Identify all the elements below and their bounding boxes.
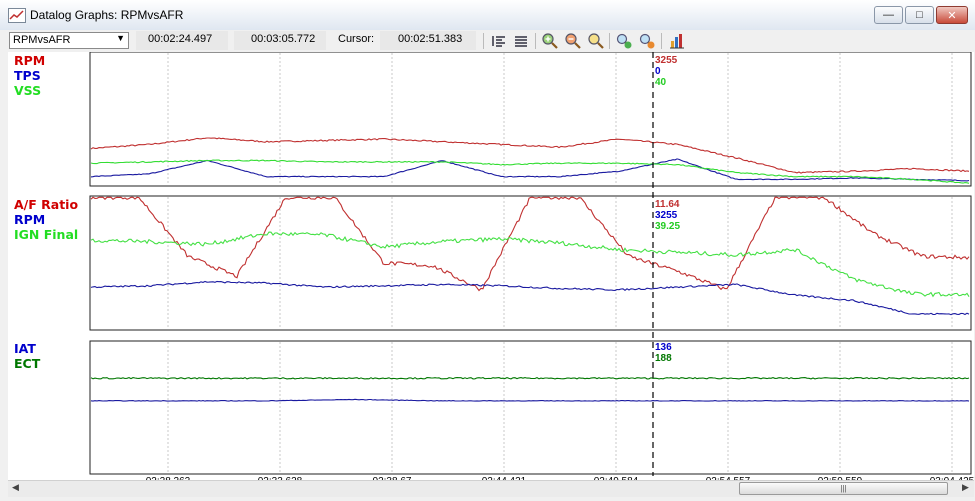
zoom-fit-icon[interactable] — [586, 31, 605, 50]
cursor-value-label: 39.25 — [655, 221, 680, 232]
close-button[interactable]: ✕ — [936, 6, 968, 24]
plot-panel-2 — [89, 195, 972, 331]
legend-vss: VSS — [14, 83, 42, 98]
cursor-value-label: 40 — [655, 77, 667, 88]
plot-panel-1 — [89, 52, 972, 187]
toolbar: RPMvsAFR ▼ 00:02:24.497 00:03:05.772 Cur… — [0, 30, 975, 52]
cursor-value-label: 188 — [655, 353, 672, 364]
chart-app-icon — [8, 8, 26, 23]
minimize-button[interactable]: — — [874, 6, 903, 24]
legend-tps: TPS — [14, 68, 41, 83]
cursor-time-text: 00:02:51.383 — [398, 33, 463, 45]
maximize-icon: □ — [916, 9, 923, 21]
plot-panel-3 — [89, 340, 972, 475]
close-icon: ✕ — [947, 9, 957, 22]
window-titlebar[interactable]: Datalog Graphs: RPMvsAFR — □ ✕ — [0, 0, 975, 31]
cursor-value-label: 3255 — [655, 55, 678, 66]
legend-ect: ECT — [14, 356, 41, 371]
chart-settings-icon[interactable] — [667, 31, 686, 50]
cursor-value-label: 136 — [655, 342, 672, 353]
cursor-value-label: 11.64 — [655, 199, 680, 210]
panel2-legend: A/F Ratio RPM IGN Final — [14, 197, 78, 242]
legend-rpm: RPM — [14, 212, 46, 227]
graph-canvas[interactable]: 325504011.64325539.2513618802:28.26202:3… — [8, 52, 974, 480]
panel1-legend: RPM TPS VSS — [14, 53, 45, 98]
align-justify-icon[interactable] — [511, 31, 530, 50]
add-graph-icon[interactable] — [614, 31, 633, 50]
log-select-value: RPMvsAFR — [13, 34, 71, 46]
chevron-down-icon: ▼ — [116, 33, 125, 43]
minimize-icon: — — [883, 9, 894, 21]
toolbar-separator — [535, 33, 536, 49]
cursor-value-label: 3255 — [655, 210, 678, 221]
end-time-text: 00:03:05.772 — [251, 33, 316, 45]
horizontal-scrollbar[interactable]: ◀ ||| ▶ — [8, 480, 974, 497]
panel3-legend: IAT ECT — [14, 341, 40, 371]
remove-graph-icon[interactable] — [637, 31, 656, 50]
cursor-label: Cursor: — [338, 33, 375, 45]
start-time-text: 00:02:24.497 — [148, 33, 213, 45]
legend-ign-final: IGN Final — [14, 227, 79, 242]
cursor-value-label: 0 — [655, 66, 661, 77]
toolbar-separator — [661, 33, 662, 49]
log-select-dropdown[interactable]: RPMvsAFR ▼ — [9, 32, 129, 49]
zoom-in-icon[interactable] — [540, 31, 559, 50]
legend-af-ratio: A/F Ratio — [14, 197, 79, 212]
maximize-button[interactable]: □ — [905, 6, 934, 24]
toolbar-separator — [483, 33, 484, 49]
toolbar-separator — [609, 33, 610, 49]
zoom-out-icon[interactable] — [563, 31, 582, 50]
window-title: Datalog Graphs: RPMvsAFR — [30, 8, 184, 22]
scrollbar-thumb[interactable]: ||| — [739, 482, 948, 495]
scroll-left-icon[interactable]: ◀ — [12, 482, 19, 493]
legend-iat: IAT — [14, 341, 36, 356]
align-left-icon[interactable] — [489, 31, 508, 50]
datalog-graph-area[interactable]: 325504011.64325539.2513618802:28.26202:3… — [8, 52, 974, 480]
scroll-right-icon[interactable]: ▶ — [962, 482, 969, 493]
legend-rpm: RPM — [14, 53, 46, 68]
